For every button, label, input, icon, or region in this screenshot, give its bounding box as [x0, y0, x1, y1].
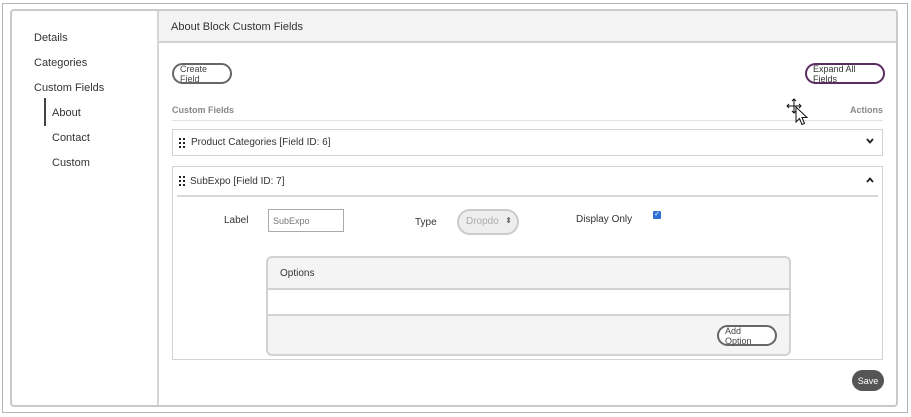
app-frame: Details Categories Custom Fields About C…	[10, 9, 898, 407]
options-list	[268, 290, 789, 316]
main-panel: About Block Custom Fields Create Field E…	[159, 11, 896, 405]
sidebar: Details Categories Custom Fields About C…	[12, 11, 159, 405]
type-field-label: Type	[415, 217, 437, 228]
sidebar-active-indicator	[44, 98, 46, 126]
sidebar-subitem-contact[interactable]: Contact	[52, 132, 90, 144]
type-select-value: Dropdo	[466, 216, 499, 227]
expand-all-fields-button[interactable]: Expand All Fields	[805, 63, 885, 84]
sidebar-item-categories[interactable]: Categories	[34, 57, 87, 69]
page-title: About Block Custom Fields	[171, 21, 304, 33]
move-cursor-icon	[786, 98, 809, 126]
display-only-label: Display Only	[576, 214, 633, 225]
label-field-label: Label	[224, 215, 249, 226]
column-headers: Custom Fields Actions	[172, 103, 883, 121]
sidebar-item-details[interactable]: Details	[34, 32, 68, 44]
drag-handle-icon[interactable]	[179, 176, 185, 186]
panel-header: About Block Custom Fields	[159, 11, 896, 43]
chevron-up-icon[interactable]	[866, 175, 874, 185]
sidebar-subitem-custom[interactable]: Custom	[52, 157, 90, 169]
add-option-button[interactable]: Add Option	[717, 325, 777, 346]
field-row-subexpo[interactable]: SubExpo [Field ID: 7]	[177, 167, 878, 197]
field-title: SubExpo [Field ID: 7]	[190, 176, 285, 187]
field-panel-subexpo: SubExpo [Field ID: 7] Label Type Dropdo …	[172, 166, 883, 360]
create-field-button[interactable]: Create Field	[172, 63, 232, 84]
label-input[interactable]	[268, 209, 344, 232]
sidebar-subitem-about[interactable]: About	[52, 107, 81, 119]
column-header-custom-fields: Custom Fields	[172, 105, 235, 115]
display-only-checkbox[interactable]: ✓	[653, 211, 661, 219]
field-row-product-categories[interactable]: Product Categories [Field ID: 6]	[172, 129, 883, 156]
column-header-actions: Actions	[849, 105, 883, 115]
sidebar-item-custom-fields[interactable]: Custom Fields	[34, 82, 104, 94]
field-title: Product Categories [Field ID: 6]	[191, 137, 331, 148]
drag-handle-icon[interactable]	[179, 138, 185, 148]
save-button[interactable]: Save	[852, 370, 884, 391]
sort-arrows-icon: ⬍	[505, 216, 512, 225]
options-header: Options	[268, 258, 789, 290]
type-select[interactable]: Dropdo ⬍	[457, 209, 519, 235]
chevron-down-icon[interactable]	[866, 136, 874, 146]
options-title: Options	[280, 268, 315, 279]
options-panel: Options Add Option	[266, 256, 791, 356]
